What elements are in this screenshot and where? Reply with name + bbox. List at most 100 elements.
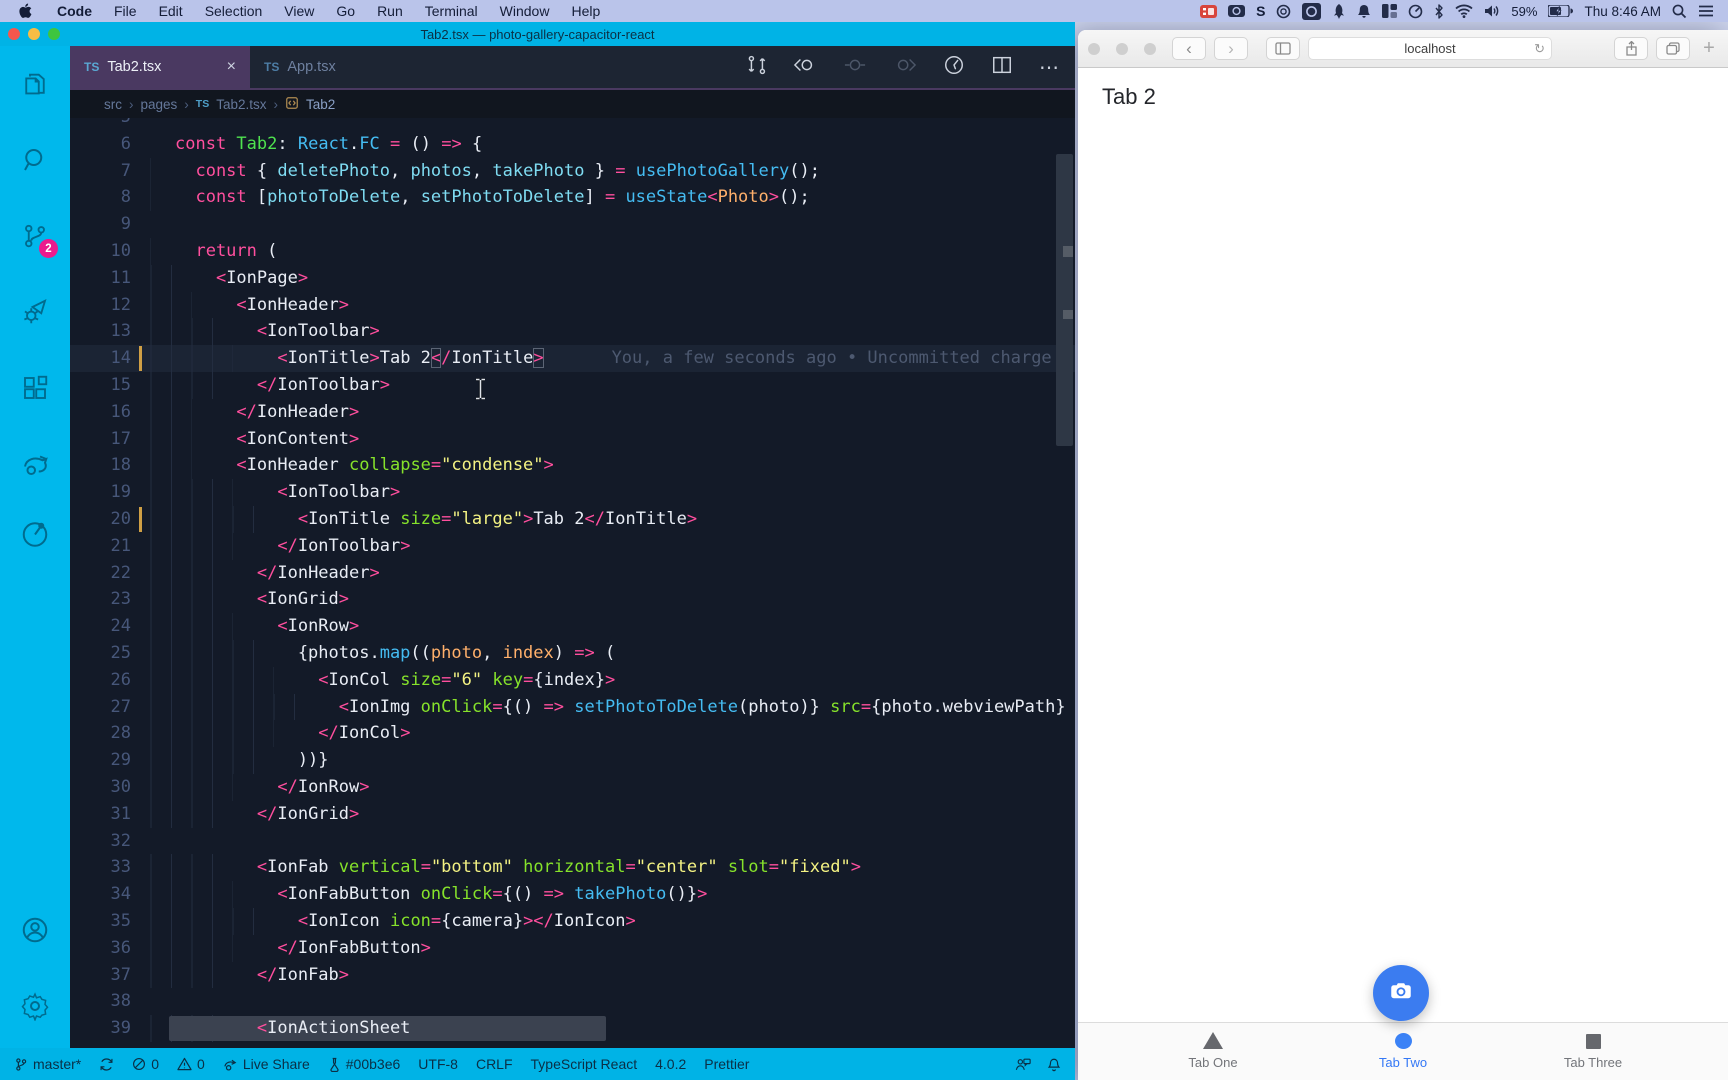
- accounts-button[interactable]: [0, 892, 70, 968]
- timer-status-icon[interactable]: [1408, 2, 1423, 20]
- menu-edit[interactable]: Edit: [148, 3, 194, 19]
- rocket-status-icon[interactable]: [1332, 2, 1346, 20]
- vscode-titlebar[interactable]: Tab2.tsx — photo-gallery-capacitor-react: [0, 22, 1075, 46]
- navigate-forward-icon[interactable]: [893, 54, 917, 81]
- breadcrumb-symbol[interactable]: Tab2: [306, 97, 335, 112]
- code-line[interactable]: 35 <IonIcon icon={camera}></IonIcon>: [70, 907, 1075, 935]
- back-button[interactable]: ‹: [1172, 37, 1206, 60]
- breadcrumb-pages[interactable]: pages: [141, 97, 178, 112]
- ionic-tab-tab-three[interactable]: Tab Three: [1538, 1033, 1648, 1070]
- minimize-window-button[interactable]: [1116, 42, 1128, 55]
- menu-view[interactable]: View: [273, 3, 325, 19]
- sidebar-item-live-share[interactable]: [0, 426, 70, 502]
- wifi-icon[interactable]: [1455, 2, 1474, 20]
- forward-button[interactable]: ›: [1214, 37, 1248, 60]
- status-4-0-2[interactable]: 4.0.2: [655, 1056, 686, 1072]
- menu-go[interactable]: Go: [325, 3, 366, 19]
- sidebar-item-ionic[interactable]: [0, 502, 70, 562]
- more-actions-icon[interactable]: ⋯: [1039, 55, 1059, 80]
- split-editor-icon[interactable]: [991, 54, 1013, 81]
- code-line[interactable]: 32: [70, 828, 1075, 855]
- code-line[interactable]: 19 <IonToolbar>: [70, 479, 1075, 506]
- close-tab-icon[interactable]: ×: [227, 58, 236, 76]
- code-line[interactable]: 9: [70, 211, 1075, 238]
- camera-fab-button[interactable]: [1373, 965, 1429, 1021]
- share-button[interactable]: [1614, 37, 1648, 60]
- menu-terminal[interactable]: Terminal: [414, 3, 489, 19]
- screen-recorder-icon[interactable]: [1200, 2, 1218, 20]
- code-line[interactable]: 15 </IonToolbar>: [70, 371, 1075, 399]
- code-line[interactable]: 33 <IonFab vertical="bottom" horizontal="…: [70, 854, 1075, 882]
- status-sync[interactable]: [99, 1057, 114, 1072]
- breadcrumb-file[interactable]: Tab2.tsx: [216, 97, 266, 112]
- menu-run[interactable]: Run: [366, 3, 414, 19]
- bluetooth-icon[interactable]: [1434, 2, 1444, 20]
- status-live-share[interactable]: Live Share: [223, 1056, 310, 1072]
- status-feedback[interactable]: [1015, 1057, 1031, 1072]
- code-line[interactable]: 13 <IonToolbar>: [70, 318, 1075, 346]
- breadcrumb[interactable]: src › pages › TS Tab2.tsx › Tab2: [70, 90, 1075, 118]
- code-line[interactable]: 10 return (: [70, 237, 1075, 265]
- menu-window[interactable]: Window: [489, 3, 561, 19]
- battery-icon[interactable]: [1548, 2, 1574, 20]
- run-file-icon[interactable]: [943, 54, 965, 81]
- sidebar-toggle-button[interactable]: [1266, 37, 1300, 60]
- sidebar-item-source-control[interactable]: 2: [0, 198, 70, 274]
- status-utf-8[interactable]: UTF-8: [418, 1056, 458, 1072]
- address-bar[interactable]: localhost ↻: [1308, 37, 1552, 60]
- code-line[interactable]: 36 </IonFabButton>: [70, 934, 1075, 962]
- notification-bell-icon[interactable]: [1357, 2, 1371, 20]
- status-bell[interactable]: [1047, 1057, 1061, 1072]
- code-line[interactable]: 37 </IonFab>: [70, 961, 1075, 989]
- code-line[interactable]: 11 <IonPage>: [70, 264, 1075, 292]
- code-line[interactable]: 21 </IonToolbar>: [70, 532, 1075, 560]
- active-ring-status-icon[interactable]: [1302, 2, 1322, 20]
- menu-selection[interactable]: Selection: [194, 3, 274, 19]
- zoom-window-button[interactable]: [1144, 42, 1156, 55]
- code-line[interactable]: 18 <IonHeader collapse="condense">: [70, 452, 1075, 480]
- window-layout-icon[interactable]: [1382, 2, 1398, 20]
- code-line[interactable]: 30 </IonRow>: [70, 773, 1075, 801]
- volume-icon[interactable]: [1484, 2, 1500, 20]
- code-line[interactable]: 23 <IonGrid>: [70, 586, 1075, 614]
- status-crlf[interactable]: CRLF: [476, 1056, 513, 1072]
- sidebar-item-run-debug[interactable]: [0, 274, 70, 350]
- code-line[interactable]: 7 const { deletePhoto, photos, takePhoto …: [70, 157, 1075, 185]
- code-editor[interactable]: 5 6 const Tab2: React.FC = () => {7 const {…: [70, 118, 1075, 1048]
- code-line[interactable]: 12 <IonHeader>: [70, 291, 1075, 319]
- menu-code[interactable]: Code: [46, 3, 103, 19]
- ionic-tab-tab-two[interactable]: Tab Two: [1348, 1033, 1458, 1070]
- code-line[interactable]: 27 <IonImg onClick={() => setPhotoToDelet…: [70, 693, 1075, 721]
- code-line[interactable]: 24 <IonRow>: [70, 613, 1075, 640]
- tab-tab2-tsx[interactable]: TS Tab2.tsx ×: [70, 46, 250, 88]
- sidebar-item-extensions[interactable]: [0, 350, 70, 426]
- editor-scrollbar[interactable]: [1056, 154, 1073, 446]
- status-peacock[interactable]: #00b3e6: [328, 1056, 400, 1072]
- close-window-button[interactable]: [1088, 42, 1100, 55]
- navigate-position-icon[interactable]: [843, 54, 867, 81]
- code-line[interactable]: 8 const [photoToDelete, setPhotoToDelete]…: [70, 184, 1075, 212]
- code-line[interactable]: 17 <IonContent>: [70, 425, 1075, 453]
- apple-menu-icon[interactable]: [18, 2, 32, 20]
- settings-gear-button[interactable]: [0, 968, 70, 1044]
- menu-help[interactable]: Help: [560, 3, 611, 19]
- status-typescript-react[interactable]: TypeScript React: [531, 1056, 638, 1072]
- status-prettier[interactable]: Prettier: [704, 1056, 749, 1072]
- camera-app-icon[interactable]: [1228, 2, 1246, 20]
- code-line[interactable]: 28 </IonCol>: [70, 720, 1075, 748]
- code-line[interactable]: 25 {photos.map((photo, index) => (: [70, 639, 1075, 667]
- code-line[interactable]: 39 <IonActionSheet: [70, 1015, 1075, 1042]
- breadcrumb-src[interactable]: src: [104, 97, 122, 112]
- status-git-branch[interactable]: master*: [14, 1056, 81, 1072]
- code-line[interactable]: 29))}: [70, 747, 1075, 774]
- code-line[interactable]: 26 <IonCol size="6" key={index}>: [70, 666, 1075, 694]
- ring-status-icon[interactable]: [1276, 2, 1291, 20]
- control-list-icon[interactable]: [1698, 2, 1714, 20]
- tab-app-tsx[interactable]: TS App.tsx: [250, 46, 430, 88]
- code-line[interactable]: 22 </IonHeader>: [70, 559, 1075, 587]
- status-warning[interactable]: 0: [177, 1056, 205, 1072]
- ionic-tab-tab-one[interactable]: Tab One: [1158, 1032, 1268, 1070]
- code-line[interactable]: 31 </IonGrid>: [70, 800, 1075, 828]
- status-error[interactable]: 0: [132, 1056, 159, 1072]
- code-line[interactable]: 20 <IonTitle size="large">Tab 2</IonTitle…: [70, 505, 1075, 533]
